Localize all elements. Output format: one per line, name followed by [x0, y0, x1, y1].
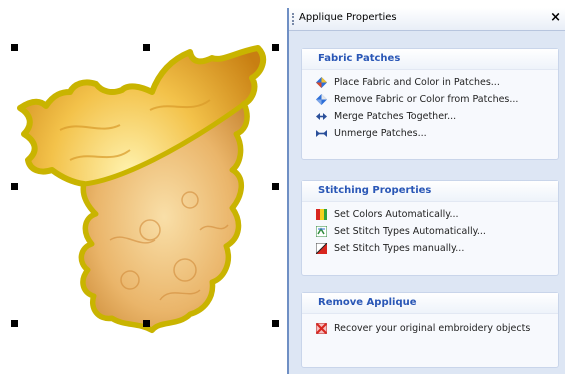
set-colors-icon: [316, 209, 327, 220]
set-stitch-auto-label: Set Stitch Types Automatically...: [334, 226, 486, 237]
recover-label: Recover your original embroidery objects: [334, 323, 531, 334]
unmerge-patches-icon: [316, 130, 327, 137]
set-stitch-manual-icon: [316, 243, 327, 254]
place-fabric-icon: [316, 77, 327, 88]
merge-patches-icon: [316, 113, 327, 120]
group-heading-fabric-patches[interactable]: Fabric Patches: [302, 49, 558, 70]
selection-handle-middle-left[interactable]: [11, 183, 18, 190]
unmerge-patches-button[interactable]: Unmerge Patches...: [302, 125, 558, 142]
set-stitch-types-manually-button[interactable]: Set Stitch Types manually...: [302, 240, 558, 257]
merge-patches-label: Merge Patches Together...: [334, 111, 457, 122]
selection-handle-bottom-center[interactable]: [143, 320, 150, 327]
selection-handle-top-right[interactable]: [272, 44, 279, 51]
grip-icon[interactable]: [292, 13, 296, 25]
set-colors-label: Set Colors Automatically...: [334, 209, 459, 220]
set-stitch-types-automatically-button[interactable]: Set Stitch Types Automatically...: [302, 223, 558, 240]
fabric-patches-group: Fabric Patches Place Fabric and Color in…: [301, 48, 559, 160]
applique-leaf-design[interactable]: [0, 0, 282, 374]
panel-titlebar[interactable]: Applique Properties ×: [289, 8, 565, 31]
place-fabric-button[interactable]: Place Fabric and Color in Patches...: [302, 74, 558, 91]
group-heading-remove-applique[interactable]: Remove Applique: [302, 293, 558, 314]
remove-fabric-label: Remove Fabric or Color from Patches...: [334, 94, 519, 105]
selection-handle-bottom-left[interactable]: [11, 320, 18, 327]
unmerge-patches-label: Unmerge Patches...: [334, 128, 427, 139]
remove-fabric-button[interactable]: Remove Fabric or Color from Patches...: [302, 91, 558, 108]
remove-applique-group: Remove Applique Recover your original em…: [301, 292, 559, 368]
panel-title: Applique Properties: [299, 12, 397, 23]
selection-handle-top-left[interactable]: [11, 44, 18, 51]
stitching-properties-group: Stitching Properties Set Colors Automati…: [301, 180, 559, 276]
applique-properties-panel: Applique Properties × Fabric Patches Pla…: [287, 8, 565, 374]
set-stitch-auto-icon: [316, 226, 327, 237]
selection-handle-middle-right[interactable]: [272, 183, 279, 190]
set-colors-automatically-button[interactable]: Set Colors Automatically...: [302, 206, 558, 223]
group-heading-stitching-properties[interactable]: Stitching Properties: [302, 181, 558, 202]
close-icon[interactable]: ×: [550, 10, 561, 25]
selection-handle-bottom-right[interactable]: [272, 320, 279, 327]
place-fabric-label: Place Fabric and Color in Patches...: [334, 77, 500, 88]
design-canvas[interactable]: [0, 0, 282, 374]
selection-handle-top-center[interactable]: [143, 44, 150, 51]
merge-patches-button[interactable]: Merge Patches Together...: [302, 108, 558, 125]
recover-icon: [316, 323, 327, 334]
recover-embroidery-button[interactable]: Recover your original embroidery objects: [302, 319, 558, 335]
remove-fabric-icon: [316, 94, 327, 105]
set-stitch-manual-label: Set Stitch Types manually...: [334, 243, 465, 254]
